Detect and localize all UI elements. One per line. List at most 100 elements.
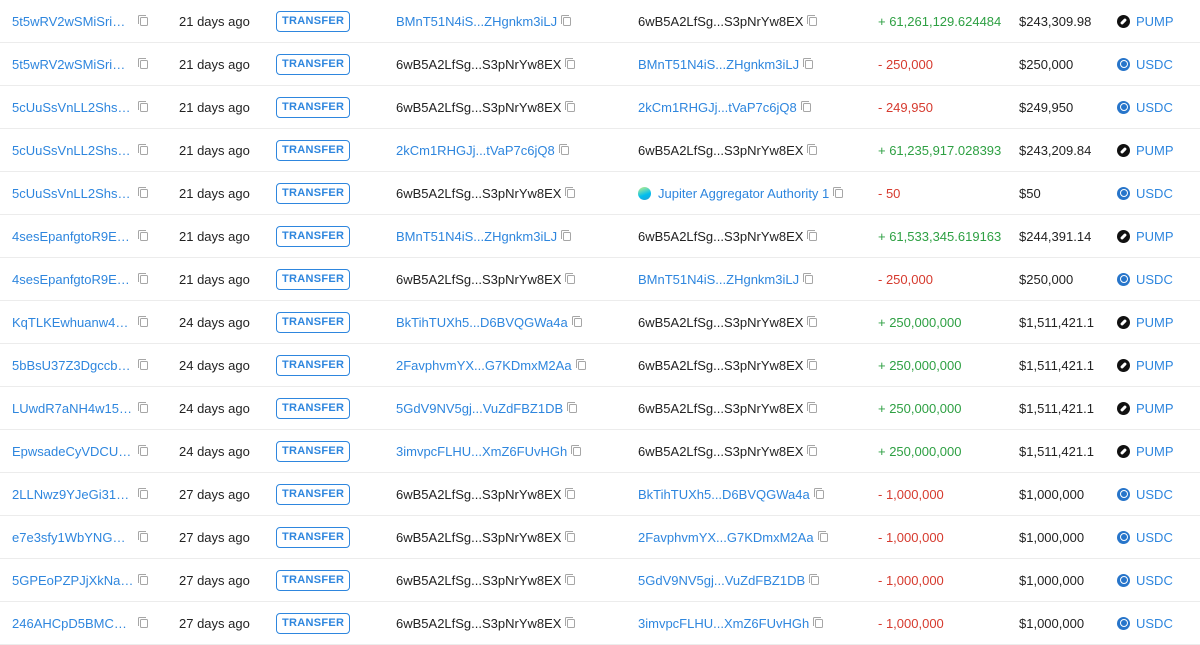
signature-link[interactable]: 4sesEpanfgtoR9Emy... <box>12 229 134 244</box>
copy-icon[interactable] <box>138 143 148 155</box>
copy-icon[interactable] <box>138 186 148 198</box>
copy-icon[interactable] <box>817 530 828 542</box>
copy-icon[interactable] <box>833 186 844 198</box>
copy-icon[interactable] <box>565 57 576 69</box>
to-address[interactable]: 2kCm1RHGJj...tVaP7c6jQ8 <box>638 100 797 115</box>
copy-icon[interactable] <box>807 14 818 26</box>
copy-icon[interactable] <box>803 57 814 69</box>
from-address[interactable]: 2FavphvmYX...G7KDmxM2Aa <box>396 358 572 373</box>
copy-icon[interactable] <box>809 573 820 585</box>
copy-icon[interactable] <box>813 487 824 499</box>
token-cell[interactable]: USDC <box>1117 43 1200 85</box>
copy-icon[interactable] <box>138 401 148 413</box>
to-address[interactable]: BkTihTUXh5...D6BVQGWa4a <box>638 487 810 502</box>
token-link[interactable]: PUMP <box>1136 401 1174 416</box>
token-link[interactable]: USDC <box>1136 616 1173 631</box>
copy-icon[interactable] <box>565 573 576 585</box>
token-link[interactable]: USDC <box>1136 530 1173 545</box>
token-link[interactable]: USDC <box>1136 57 1173 72</box>
token-cell[interactable]: USDC <box>1117 258 1200 300</box>
token-cell[interactable]: USDC <box>1117 473 1200 515</box>
token-cell[interactable]: USDC <box>1117 559 1200 601</box>
token-cell[interactable]: PUMP <box>1117 344 1200 386</box>
copy-icon[interactable] <box>138 100 148 112</box>
copy-icon[interactable] <box>803 272 814 284</box>
token-link[interactable]: PUMP <box>1136 143 1174 158</box>
copy-icon[interactable] <box>807 444 818 456</box>
from-address[interactable]: 3imvpcFLHU...XmZ6FUvHGh <box>396 444 567 459</box>
signature-link[interactable]: e7e3sfy1WbYNGRf3... <box>12 530 134 545</box>
signature-link[interactable]: 2LLNwz9YJeGi31gs... <box>12 487 134 502</box>
signature-link[interactable]: 5GPEoPZPJjXkNa9q... <box>12 573 134 588</box>
signature-link[interactable]: LUwdR7aNH4w15Jq... <box>12 401 134 416</box>
token-link[interactable]: PUMP <box>1136 315 1174 330</box>
copy-icon[interactable] <box>565 616 576 628</box>
copy-icon[interactable] <box>138 272 148 284</box>
copy-icon[interactable] <box>138 487 148 499</box>
copy-icon[interactable] <box>807 401 818 413</box>
token-cell[interactable]: USDC <box>1117 602 1200 644</box>
copy-icon[interactable] <box>138 358 148 370</box>
copy-icon[interactable] <box>138 444 148 456</box>
copy-icon[interactable] <box>561 14 572 26</box>
from-address[interactable]: BMnT51N4iS...ZHgnkm3iLJ <box>396 229 557 244</box>
token-cell[interactable]: PUMP <box>1117 129 1200 171</box>
signature-link[interactable]: 5bBsU37Z3DgccbKu... <box>12 358 134 373</box>
token-link[interactable]: PUMP <box>1136 358 1174 373</box>
from-address[interactable]: 2kCm1RHGJj...tVaP7c6jQ8 <box>396 143 555 158</box>
token-cell[interactable]: PUMP <box>1117 430 1200 472</box>
from-address[interactable]: 5GdV9NV5gj...VuZdFBZ1DB <box>396 401 563 416</box>
copy-icon[interactable] <box>807 315 818 327</box>
token-link[interactable]: PUMP <box>1136 14 1174 29</box>
signature-link[interactable]: 246AHCpD5BMCZrU... <box>12 616 134 631</box>
copy-icon[interactable] <box>565 272 576 284</box>
token-cell[interactable]: USDC <box>1117 516 1200 558</box>
token-link[interactable]: USDC <box>1136 100 1173 115</box>
copy-icon[interactable] <box>138 315 148 327</box>
copy-icon[interactable] <box>565 530 576 542</box>
copy-icon[interactable] <box>138 14 148 26</box>
signature-link[interactable]: 5t5wRV2wSMiSriQ8... <box>12 14 134 29</box>
to-address[interactable]: Jupiter Aggregator Authority 1 <box>658 186 829 201</box>
copy-icon[interactable] <box>138 57 148 69</box>
copy-icon[interactable] <box>807 229 818 241</box>
token-cell[interactable]: PUMP <box>1117 387 1200 429</box>
token-link[interactable]: USDC <box>1136 272 1173 287</box>
token-cell[interactable]: PUMP <box>1117 301 1200 343</box>
signature-link[interactable]: 5cUuSsVnLL2ShsA2... <box>12 100 134 115</box>
token-cell[interactable]: USDC <box>1117 86 1200 128</box>
copy-icon[interactable] <box>565 100 576 112</box>
copy-icon[interactable] <box>138 616 148 628</box>
copy-icon[interactable] <box>565 186 576 198</box>
copy-icon[interactable] <box>575 358 586 370</box>
signature-link[interactable]: EpwsadeCyVDCUQ4... <box>12 444 134 459</box>
copy-icon[interactable] <box>138 573 148 585</box>
copy-icon[interactable] <box>561 229 572 241</box>
copy-icon[interactable] <box>138 229 148 241</box>
to-address[interactable]: 5GdV9NV5gj...VuZdFBZ1DB <box>638 573 805 588</box>
token-cell[interactable]: USDC <box>1117 172 1200 214</box>
token-cell[interactable]: PUMP <box>1117 0 1200 42</box>
token-link[interactable]: USDC <box>1136 487 1173 502</box>
copy-icon[interactable] <box>565 487 576 499</box>
signature-link[interactable]: KqTLKEwhuanw4GA... <box>12 315 134 330</box>
token-link[interactable]: USDC <box>1136 573 1173 588</box>
copy-icon[interactable] <box>807 358 818 370</box>
token-link[interactable]: USDC <box>1136 186 1173 201</box>
to-address[interactable]: BMnT51N4iS...ZHgnkm3iLJ <box>638 272 799 287</box>
copy-icon[interactable] <box>807 143 818 155</box>
copy-icon[interactable] <box>138 530 148 542</box>
to-address[interactable]: 3imvpcFLHU...XmZ6FUvHGh <box>638 616 809 631</box>
copy-icon[interactable] <box>571 315 582 327</box>
from-address[interactable]: BkTihTUXh5...D6BVQGWa4a <box>396 315 568 330</box>
token-cell[interactable]: PUMP <box>1117 215 1200 257</box>
signature-link[interactable]: 5t5wRV2wSMiSriQ8... <box>12 57 134 72</box>
copy-icon[interactable] <box>800 100 811 112</box>
copy-icon[interactable] <box>571 444 582 456</box>
signature-link[interactable]: 5cUuSsVnLL2ShsA2... <box>12 186 134 201</box>
signature-link[interactable]: 5cUuSsVnLL2ShsA2... <box>12 143 134 158</box>
token-link[interactable]: PUMP <box>1136 229 1174 244</box>
signature-link[interactable]: 4sesEpanfgtoR9Emy... <box>12 272 134 287</box>
copy-icon[interactable] <box>813 616 824 628</box>
from-address[interactable]: BMnT51N4iS...ZHgnkm3iLJ <box>396 14 557 29</box>
